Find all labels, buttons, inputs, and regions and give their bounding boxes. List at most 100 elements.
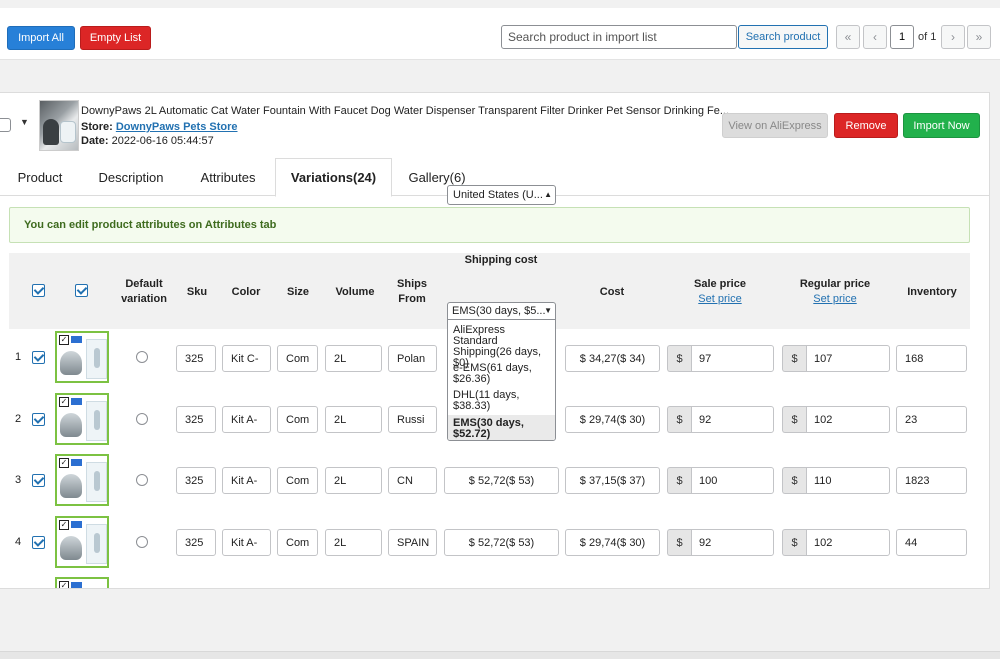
regular-price-field[interactable]: 110 — [806, 467, 890, 494]
tab-description[interactable]: Description — [88, 158, 174, 196]
remove-button[interactable]: Remove — [834, 113, 898, 138]
regular-price-field[interactable]: 107 — [806, 345, 890, 372]
select-arrows-icon: ▲ — [544, 190, 552, 199]
header-sku: Sku — [186, 286, 208, 298]
variation-image[interactable]: ✓ — [55, 516, 109, 568]
store-link[interactable]: DownyPaws Pets Store — [116, 121, 238, 133]
caret-down-icon[interactable]: ▼ — [20, 117, 29, 127]
shipping-option[interactable]: DHL(11 days, $38.33) — [448, 390, 555, 412]
default-variation-radio[interactable] — [136, 351, 148, 363]
product-checkbox[interactable] — [0, 118, 11, 132]
tab-attributes[interactable]: Attributes — [190, 158, 266, 196]
search-input[interactable] — [501, 25, 737, 49]
regular-price-field[interactable]: 102 — [806, 406, 890, 433]
volume-field[interactable]: 2L — [325, 406, 382, 433]
header-shipping-cost: Shipping cost — [464, 254, 538, 266]
first-page-button[interactable]: « — [836, 25, 860, 49]
cat-image-icon — [43, 119, 59, 145]
ships-from-field[interactable]: SPAIN — [388, 529, 437, 556]
shipping-country-select[interactable]: United States (U... ▲ — [447, 185, 556, 205]
inventory-field[interactable]: 1823 — [896, 467, 967, 494]
sku-field[interactable]: 325 — [176, 467, 216, 494]
shipping-cost-field[interactable]: $ 52,72($ 53) — [444, 467, 559, 494]
volume-field[interactable]: 2L — [325, 345, 382, 372]
tab-variations[interactable]: Variations(24) — [275, 158, 392, 197]
size-field[interactable]: Com — [277, 467, 318, 494]
import-all-button[interactable]: Import All — [7, 26, 75, 50]
inventory-field[interactable]: 23 — [896, 406, 967, 433]
color-field[interactable]: Kit A- — [222, 467, 271, 494]
shipping-method-selected[interactable]: EMS(30 days, $5... ▼ — [448, 303, 555, 320]
inventory-field[interactable]: 168 — [896, 345, 967, 372]
header-volume: Volume — [335, 286, 375, 298]
volume-field[interactable]: 2L — [325, 467, 382, 494]
variation-image[interactable]: ✓ — [55, 577, 109, 588]
currency-addon: $ — [782, 467, 806, 494]
sku-field[interactable]: 325 — [176, 406, 216, 433]
sale-price-field[interactable]: 100 — [691, 467, 774, 494]
currency-addon: $ — [667, 467, 691, 494]
sku-field[interactable]: 325 — [176, 529, 216, 556]
sale-price-field[interactable]: 97 — [691, 345, 774, 372]
tag-icon — [71, 582, 82, 588]
sale-price-field[interactable]: 92 — [691, 406, 774, 433]
shipping-cost-field[interactable]: $ 52,72($ 53) — [444, 529, 559, 556]
tab-product[interactable]: Product — [6, 158, 74, 196]
header-sale-price: Sale price Set price — [671, 277, 769, 307]
fountain-icon — [60, 536, 82, 560]
regular-price-label: Regular price — [799, 278, 871, 290]
view-on-aliexpress-button[interactable]: View on AliExpress — [722, 113, 828, 138]
check-icon: ✓ — [59, 458, 69, 468]
next-page-button[interactable]: › — [941, 25, 965, 49]
regular-price-field[interactable]: 102 — [806, 529, 890, 556]
color-field[interactable]: Kit A- — [222, 529, 271, 556]
variation-image[interactable]: ✓ — [55, 331, 109, 383]
color-field[interactable]: Kit A- — [222, 406, 271, 433]
row-number: 4 — [15, 536, 22, 548]
row-checkbox[interactable] — [32, 413, 45, 426]
shipping-option-selected[interactable]: EMS(30 days, $52.72) — [448, 415, 555, 440]
prev-page-button[interactable]: ‹ — [863, 25, 887, 49]
default-variation-radio[interactable] — [136, 536, 148, 548]
search-product-button[interactable]: Search product — [738, 25, 828, 49]
volume-field[interactable]: 2L — [325, 529, 382, 556]
currency-addon: $ — [782, 406, 806, 433]
filter-icon — [86, 524, 107, 564]
row-checkbox[interactable] — [32, 474, 45, 487]
empty-list-button[interactable]: Empty List — [80, 26, 151, 50]
date-line: Date: 2022-06-16 05:44:57 — [81, 135, 214, 147]
row-number: 2 — [15, 413, 22, 425]
size-field[interactable]: Com — [277, 406, 318, 433]
color-field[interactable]: Kit C- — [222, 345, 271, 372]
inventory-field[interactable]: 44 — [896, 529, 967, 556]
row-checkbox[interactable] — [32, 351, 45, 364]
regular-set-price-link[interactable]: Set price — [813, 293, 856, 305]
shipping-method-dropdown[interactable]: EMS(30 days, $5... ▼ AliExpress Standard… — [447, 302, 556, 441]
product-title: DownyPaws 2L Automatic Cat Water Fountai… — [81, 105, 730, 117]
size-field[interactable]: Com — [277, 345, 318, 372]
fountain-icon — [60, 413, 82, 437]
currency-addon: $ — [782, 529, 806, 556]
sale-price-field[interactable]: 92 — [691, 529, 774, 556]
ships-from-field[interactable]: Polan — [388, 345, 437, 372]
shipping-method-selected-label: EMS(30 days, $5... — [452, 305, 546, 317]
page-number-input[interactable] — [890, 25, 914, 49]
import-now-button[interactable]: Import Now — [903, 113, 980, 138]
ships-from-field[interactable]: CN — [388, 467, 437, 494]
sku-field[interactable]: 325 — [176, 345, 216, 372]
row-checkbox[interactable] — [32, 536, 45, 549]
default-variation-radio[interactable] — [136, 413, 148, 425]
ships-from-field[interactable]: Russi — [388, 406, 437, 433]
variation-image[interactable]: ✓ — [55, 393, 109, 445]
shipping-option[interactable]: e-EMS(61 days, $26.36) — [448, 363, 555, 385]
default-variation-radio[interactable] — [136, 474, 148, 486]
attributes-notice: You can edit product attributes on Attri… — [9, 207, 970, 243]
cost-field: $ 37,15($ 37) — [565, 467, 660, 494]
header-size: Size — [286, 286, 309, 298]
size-field[interactable]: Com — [277, 529, 318, 556]
select-images-checkbox[interactable] — [75, 284, 88, 297]
select-all-checkbox[interactable] — [32, 284, 45, 297]
variation-image[interactable]: ✓ — [55, 454, 109, 506]
last-page-button[interactable]: » — [967, 25, 991, 49]
sale-set-price-link[interactable]: Set price — [698, 293, 741, 305]
